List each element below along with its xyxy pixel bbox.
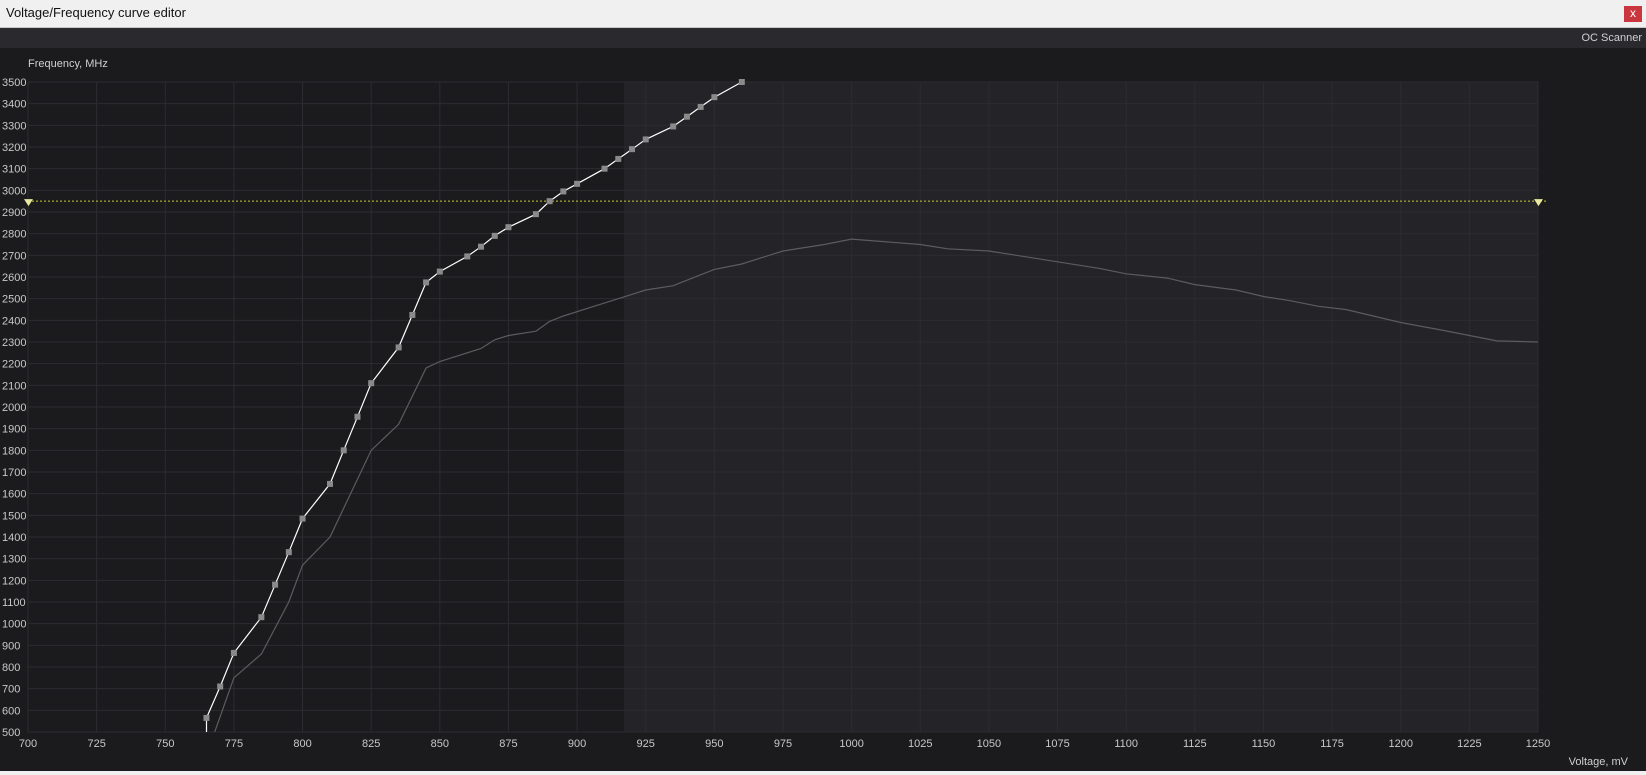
y-tick-label: 900 xyxy=(2,640,20,652)
x-tick-label: 1250 xyxy=(1526,738,1550,750)
curve-point[interactable] xyxy=(711,94,718,101)
curve-point[interactable] xyxy=(670,123,677,130)
y-tick-label: 3000 xyxy=(2,185,26,197)
curve-point[interactable] xyxy=(327,480,333,487)
x-tick-label: 900 xyxy=(568,738,586,750)
y-tick-label: 3200 xyxy=(2,142,26,154)
y-tick-label: 1100 xyxy=(2,597,26,609)
curve-point[interactable] xyxy=(491,232,498,239)
y-tick-label: 2200 xyxy=(2,359,26,371)
y-tick-label: 2700 xyxy=(2,250,26,262)
y-tick-label: 2900 xyxy=(2,207,26,219)
curve-point[interactable] xyxy=(642,136,649,143)
curve-point[interactable] xyxy=(574,180,581,187)
y-tick-label: 2300 xyxy=(2,337,26,349)
curve-point[interactable] xyxy=(464,253,471,260)
y-tick-label: 2400 xyxy=(2,315,26,327)
curve-point[interactable] xyxy=(478,243,484,250)
x-tick-label: 1050 xyxy=(977,738,1001,750)
x-tick-label: 975 xyxy=(774,738,792,750)
x-tick-label: 925 xyxy=(637,738,655,750)
x-tick-label: 875 xyxy=(499,738,517,750)
curve-point[interactable] xyxy=(395,344,402,351)
y-tick-label: 2600 xyxy=(2,272,26,284)
y-tick-label: 700 xyxy=(2,684,20,696)
curve-point[interactable] xyxy=(532,211,539,218)
y-tick-label: 1400 xyxy=(2,532,26,544)
x-tick-label: 1200 xyxy=(1388,738,1412,750)
curve-point[interactable] xyxy=(368,380,375,387)
y-tick-label: 3300 xyxy=(2,120,26,132)
x-tick-label: 1125 xyxy=(1183,738,1207,750)
x-tick-label: 1150 xyxy=(1252,738,1276,750)
curve-point[interactable] xyxy=(217,683,224,690)
y-tick-label: 1700 xyxy=(2,467,26,479)
y-tick-label: 1600 xyxy=(2,489,26,501)
curve-point[interactable] xyxy=(546,198,553,205)
x-tick-label: 950 xyxy=(705,738,723,750)
curve-point[interactable] xyxy=(629,146,635,153)
y-tick-label: 1800 xyxy=(2,445,26,457)
x-tick-label: 725 xyxy=(87,738,105,750)
y-tick-label: 1000 xyxy=(2,619,26,631)
y-tick-label: 3400 xyxy=(2,99,26,111)
x-tick-label: 850 xyxy=(431,738,449,750)
x-tick-label: 750 xyxy=(156,738,174,750)
y-tick-label: 1200 xyxy=(2,575,26,587)
curve-point[interactable] xyxy=(683,113,690,120)
y-tick-label: 1300 xyxy=(2,554,26,566)
curve-point[interactable] xyxy=(601,165,608,172)
curve-point[interactable] xyxy=(560,188,567,195)
y-tick-label: 500 xyxy=(2,727,20,739)
curve-point[interactable] xyxy=(230,649,237,656)
y-tick-label: 2800 xyxy=(2,229,26,241)
x-tick-label: 1175 xyxy=(1320,738,1344,750)
y-tick-label: 2500 xyxy=(2,294,26,306)
x-tick-label: 775 xyxy=(225,738,243,750)
y-tick-label: 3100 xyxy=(2,164,26,176)
x-tick-label: 1075 xyxy=(1045,738,1069,750)
y-tick-label: 2100 xyxy=(2,380,26,392)
window-bottom-edge xyxy=(0,771,1646,775)
curve-point[interactable] xyxy=(436,268,443,275)
curve-point[interactable] xyxy=(272,581,279,588)
curve-point[interactable] xyxy=(409,311,416,318)
y-tick-label: 600 xyxy=(2,705,20,717)
curve-point[interactable] xyxy=(340,447,347,454)
curve-point[interactable] xyxy=(423,279,430,286)
curve-point[interactable] xyxy=(285,549,292,556)
curve-point[interactable] xyxy=(354,413,361,420)
x-tick-label: 700 xyxy=(19,738,37,750)
curve-point[interactable] xyxy=(615,155,622,162)
curve-point[interactable] xyxy=(697,103,704,110)
y-tick-label: 3500 xyxy=(2,77,26,89)
x-tick-label: 1225 xyxy=(1457,738,1481,750)
y-tick-label: 2000 xyxy=(2,402,26,414)
curve-point[interactable] xyxy=(258,614,265,621)
y-tick-label: 1900 xyxy=(2,424,26,436)
x-tick-label: 1100 xyxy=(1114,738,1138,750)
curve-point[interactable] xyxy=(738,79,745,85)
y-tick-label: 800 xyxy=(2,662,20,674)
x-tick-label: 1025 xyxy=(908,738,932,750)
curve-point[interactable] xyxy=(299,515,306,522)
y-tick-label: 1500 xyxy=(2,510,26,522)
curve-point[interactable] xyxy=(505,224,512,231)
x-tick-label: 825 xyxy=(362,738,380,750)
x-tick-label: 1000 xyxy=(839,738,863,750)
vf-curve-chart[interactable]: 700 725 750 775 800 825 850 875 900 925 950 975 1000… xyxy=(0,0,1646,775)
curve-point[interactable] xyxy=(203,714,210,721)
x-tick-label: 800 xyxy=(293,738,311,750)
